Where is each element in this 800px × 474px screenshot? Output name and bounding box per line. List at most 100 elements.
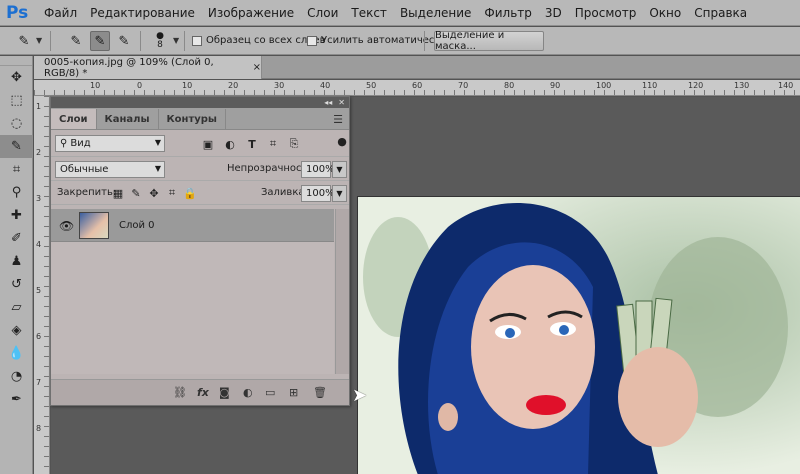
clone-stamp-tool-icon[interactable]: ♟ — [0, 250, 33, 273]
add-mask-icon[interactable]: ◙ — [219, 386, 230, 399]
layer-thumbnail — [79, 212, 109, 239]
ruler-h-label: 110 — [642, 81, 658, 90]
ruler-h-label: 0 — [137, 81, 143, 90]
menu-image[interactable]: Изображение — [208, 6, 294, 20]
layers-scrollbar[interactable] — [335, 209, 349, 374]
filter-shape-icon[interactable]: ⌗ — [266, 137, 280, 151]
menu-edit[interactable]: Редактирование — [90, 6, 195, 20]
trash-icon[interactable]: 🗑 — [313, 386, 327, 399]
document-image[interactable] — [357, 196, 800, 474]
menu-layers[interactable]: Слои — [307, 6, 338, 20]
panel-menu-icon[interactable]: ☰ — [333, 113, 343, 126]
ruler-v-label: 5 — [36, 286, 42, 295]
menu-select[interactable]: Выделение — [400, 6, 471, 20]
marquee-tool-icon[interactable]: ⬚ — [0, 89, 33, 112]
link-layers-icon[interactable]: ⛓ — [173, 386, 187, 399]
fill-input[interactable]: 100% — [301, 185, 335, 202]
ruler-h-label: 120 — [688, 81, 704, 90]
blur-tool-icon[interactable]: 💧 — [0, 342, 33, 365]
dodge-tool-icon[interactable]: ◔ — [0, 365, 33, 388]
tab-channels[interactable]: Каналы — [97, 109, 159, 129]
menu-help[interactable]: Справка — [694, 6, 747, 20]
lock-label: Закрепить: — [57, 187, 117, 198]
blend-mode-select[interactable]: Обычные ▼ — [55, 161, 165, 178]
close-panel-icon[interactable]: ✕ — [338, 98, 345, 107]
menu-3d[interactable]: 3D — [545, 6, 562, 20]
visibility-eye-icon[interactable]: 👁 — [59, 219, 74, 233]
document-tab[interactable]: 0005-копия.jpg @ 109% (Слой 0, RGB/8) * … — [34, 56, 262, 79]
ruler-h-label: 40 — [320, 81, 331, 90]
opacity-dropdown-button[interactable]: ▼ — [332, 161, 347, 178]
lock-all-icon[interactable]: 🔒 — [183, 186, 197, 200]
portrait-illustration — [358, 197, 800, 474]
mouse-cursor-icon: ➤ — [352, 385, 368, 406]
quick-selection-preset-icon[interactable]: ✎ — [14, 31, 34, 51]
subtract-from-selection-icon[interactable]: ✎ — [114, 31, 134, 51]
eraser-tool-icon[interactable]: ▱ — [0, 296, 33, 319]
checkbox-box[interactable] — [307, 35, 317, 46]
lasso-tool-icon[interactable]: ◌ — [0, 112, 33, 135]
history-brush-tool-icon[interactable]: ↺ — [0, 273, 33, 296]
checkbox-box[interactable] — [192, 35, 202, 46]
panel-titlebar[interactable]: ◂◂ ✕ — [51, 97, 349, 108]
horizontal-ruler[interactable]: 10 0 10 20 30 40 50 60 70 80 90 100 110 … — [34, 80, 800, 96]
ruler-v-label: 6 — [36, 332, 42, 341]
auto-enhance-checkbox[interactable]: Усилить автоматически — [307, 35, 447, 46]
ruler-h-label: 130 — [734, 81, 750, 90]
filter-smart-object-icon[interactable]: ⎘ — [287, 137, 301, 151]
blend-row: Обычные ▼ Непрозрачность: 100% ▼ — [51, 157, 349, 181]
paint-bucket-tool-icon[interactable]: ◈ — [0, 319, 33, 342]
brush-tool-icon[interactable]: ✐ — [0, 227, 33, 250]
new-layer-icon[interactable]: ⊞ — [289, 386, 298, 399]
auto-enhance-label: Усилить автоматически — [321, 35, 447, 46]
opacity-input[interactable]: 100% — [301, 161, 335, 178]
filter-pixel-icon[interactable]: ▣ — [201, 137, 215, 151]
sample-all-layers-checkbox[interactable]: Образец со всех слоев — [192, 35, 325, 46]
menu-type[interactable]: Текст — [351, 6, 387, 20]
ruler-h-label: 30 — [274, 81, 285, 90]
quick-selection-tool-icon[interactable]: ✎ — [0, 135, 33, 158]
lock-image-icon[interactable]: ✎ — [129, 186, 143, 200]
add-to-selection-icon[interactable]: ✎ — [90, 31, 110, 51]
menu-view[interactable]: Просмотр — [575, 6, 637, 20]
photoshop-logo: Ps — [6, 2, 29, 23]
tab-layers[interactable]: Слои — [51, 109, 97, 129]
collapse-panel-icon[interactable]: ◂◂ — [324, 98, 332, 107]
eyedropper-tool-icon[interactable]: ⚲ — [0, 181, 33, 204]
toolbox-grip[interactable] — [0, 56, 32, 66]
pen-tool-icon[interactable]: ✒ — [0, 388, 33, 411]
filter-type-icon[interactable]: T — [245, 137, 259, 151]
preset-dropdown-caret[interactable]: ▼ — [36, 36, 42, 45]
layer-style-fx-icon[interactable]: fx — [197, 386, 209, 399]
filter-adjustment-icon[interactable]: ◐ — [223, 137, 237, 151]
lock-position-icon[interactable]: ✥ — [147, 186, 161, 200]
ruler-v-label: 8 — [36, 424, 42, 433]
ruler-h-label: 70 — [458, 81, 469, 90]
menu-window[interactable]: Окно — [649, 6, 681, 20]
healing-brush-tool-icon[interactable]: ✚ — [0, 204, 33, 227]
vertical-ruler[interactable]: 1 2 3 4 5 6 7 8 — [34, 96, 50, 474]
layer-name[interactable]: Слой 0 — [119, 220, 155, 231]
crop-tool-icon[interactable]: ⌗ — [0, 158, 33, 181]
select-and-mask-button[interactable]: Выделение и маска... — [434, 30, 544, 52]
brush-size-picker[interactable]: ● 8 — [150, 31, 170, 51]
menu-filter[interactable]: Фильтр — [484, 6, 531, 20]
brush-size-caret[interactable]: ▼ — [173, 36, 179, 45]
ruler-ticks — [44, 96, 49, 474]
ruler-h-label: 80 — [504, 81, 515, 90]
filter-kind-select[interactable]: ⚲ Вид ▼ — [55, 135, 165, 152]
search-icon: ⚲ — [60, 138, 68, 149]
filter-toggle-icon[interactable]: ● — [335, 134, 349, 148]
layer-row[interactable]: 👁 Слой 0 — [51, 209, 334, 242]
tab-paths[interactable]: Контуры — [159, 109, 226, 129]
menu-file[interactable]: Файл — [44, 6, 77, 20]
fill-dropdown-button[interactable]: ▼ — [332, 185, 347, 202]
lock-artboard-icon[interactable]: ⌗ — [165, 186, 179, 200]
ruler-h-label: 100 — [596, 81, 612, 90]
close-document-icon[interactable]: × — [253, 62, 261, 73]
move-tool-icon[interactable]: ✥ — [0, 66, 33, 89]
new-selection-icon[interactable]: ✎ — [66, 31, 86, 51]
lock-transparency-icon[interactable]: ▦ — [111, 186, 125, 200]
adjustment-layer-icon[interactable]: ◐ — [243, 386, 253, 399]
new-group-icon[interactable]: ▭ — [265, 386, 275, 399]
